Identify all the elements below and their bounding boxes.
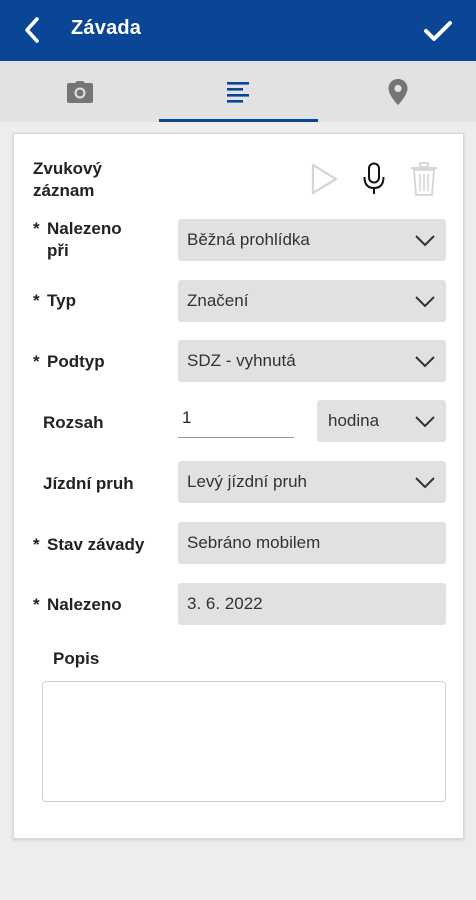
found-during-value: Běžná prohlídka — [187, 230, 310, 249]
required-marker: * — [33, 535, 40, 554]
tab-photo[interactable] — [0, 61, 159, 122]
required-marker: * — [33, 219, 40, 238]
defect-status-value: Sebráno mobilem — [187, 533, 321, 552]
lane-select[interactable]: Levý jízdní pruh — [178, 461, 446, 503]
chevron-down-icon — [415, 235, 435, 247]
required-marker: * — [33, 595, 40, 614]
text-lines-icon — [226, 81, 249, 103]
back-button[interactable] — [16, 14, 48, 46]
active-tab-indicator — [159, 119, 318, 122]
record-button[interactable] — [357, 160, 391, 198]
defect-status-label: * Stav závady — [33, 534, 144, 556]
audio-record-label: Zvukový záznam — [33, 158, 102, 202]
subtype-label-text: Podtyp — [47, 352, 105, 371]
microphone-icon — [363, 162, 385, 194]
extent-unit-value: hodina — [328, 411, 380, 430]
type-select[interactable]: Značení — [178, 280, 446, 322]
subtype-value: SDZ - vyhnutá — [187, 351, 296, 370]
required-marker: * — [33, 291, 40, 310]
chevron-down-icon — [415, 356, 435, 368]
delete-recording-button[interactable] — [407, 160, 441, 198]
chevron-left-icon — [25, 17, 39, 43]
audio-record-label-line2: záznam — [33, 181, 95, 200]
description-label: Popis — [53, 649, 100, 668]
extent-value: 1 — [182, 408, 192, 427]
play-button[interactable] — [307, 160, 341, 198]
confirm-button[interactable] — [420, 13, 456, 49]
found-date-field[interactable]: 3. 6. 2022 — [178, 583, 446, 625]
chevron-down-icon — [415, 416, 435, 428]
defect-status-field: Sebráno mobilem — [178, 522, 446, 564]
camera-icon — [66, 80, 93, 103]
play-icon — [311, 163, 338, 195]
type-value: Značení — [187, 291, 249, 310]
extent-label: Rozsah — [43, 413, 104, 432]
audio-record-label-line1: Zvukový — [33, 159, 102, 178]
chevron-down-icon — [415, 296, 435, 308]
app-bar: Závada — [0, 0, 476, 61]
tab-bar — [0, 61, 476, 122]
lane-value: Levý jízdní pruh — [187, 472, 308, 491]
defect-status-label-text: Stav závady — [47, 535, 145, 554]
checkmark-icon — [424, 21, 452, 41]
tab-details[interactable] — [159, 61, 318, 122]
defect-form-card: Zvukový záznam * Nalezeno při Běžná proh… — [13, 133, 464, 839]
found-date-label: * Nalezeno — [33, 594, 122, 616]
type-label: * Typ — [33, 290, 76, 312]
description-textarea[interactable] — [42, 681, 446, 802]
found-during-select[interactable]: Běžná prohlídka — [178, 219, 446, 261]
found-during-label: * Nalezeno při — [33, 218, 122, 262]
trash-icon — [411, 162, 437, 196]
found-during-label-line2: při — [47, 241, 69, 260]
subtype-select[interactable]: SDZ - vyhnutá — [178, 340, 446, 382]
extent-unit-select[interactable]: hodina — [317, 400, 446, 442]
found-date-label-text: Nalezeno — [47, 595, 122, 614]
found-during-label-line1: Nalezeno — [47, 219, 122, 238]
map-pin-icon — [388, 78, 407, 105]
chevron-down-icon — [415, 477, 435, 489]
extent-input[interactable]: 1 — [178, 400, 294, 438]
found-date-value: 3. 6. 2022 — [187, 594, 263, 613]
required-marker: * — [33, 352, 40, 371]
tab-location[interactable] — [318, 61, 476, 122]
type-label-text: Typ — [47, 291, 76, 310]
subtype-label: * Podtyp — [33, 351, 105, 373]
page-title: Závada — [71, 17, 142, 39]
lane-label: Jízdní pruh — [43, 474, 134, 493]
